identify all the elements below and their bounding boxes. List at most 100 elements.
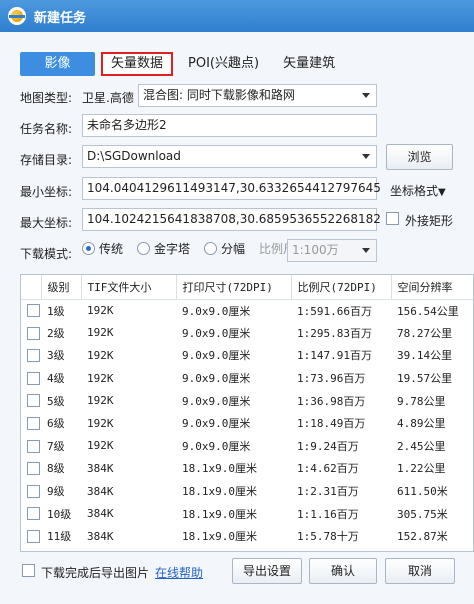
coord-format-label: 坐标格式 bbox=[390, 184, 439, 198]
max-coord-label: 最大坐标: bbox=[20, 216, 73, 230]
storage-path-select[interactable]: D:\SGDownload bbox=[82, 145, 377, 168]
table-row[interactable]: 4级 192K 9.0x9.0厘米 1:73.96百万 19.57公里 bbox=[21, 367, 473, 390]
radio-unselected-icon bbox=[137, 242, 151, 255]
table-row[interactable]: 7级 192K 9.0x9.0厘米 1:9.24百万 2.45公里 bbox=[21, 435, 473, 458]
row-checkbox-cell bbox=[21, 367, 41, 390]
cell-tif-size: 192K bbox=[87, 416, 114, 430]
cell-tif-size: 192K bbox=[87, 394, 114, 408]
app-globe-icon bbox=[8, 7, 26, 25]
cancel-button[interactable]: 取消 bbox=[385, 558, 455, 584]
export-settings-button[interactable]: 导出设置 bbox=[232, 558, 302, 584]
row-checkbox[interactable] bbox=[27, 304, 40, 318]
tab-poi[interactable]: POI(兴趣点) bbox=[179, 52, 268, 76]
table-row[interactable]: 3级 192K 9.0x9.0厘米 1:147.91百万 39.14公里 bbox=[21, 344, 473, 367]
radio-unselected-icon bbox=[204, 242, 218, 255]
cell-level: 4级 bbox=[47, 372, 65, 386]
row-checkbox[interactable] bbox=[27, 462, 40, 476]
row-checkbox[interactable] bbox=[27, 484, 40, 498]
row-checkbox[interactable] bbox=[27, 349, 40, 363]
cell-level: 6级 bbox=[47, 417, 65, 431]
browse-button[interactable]: 浏览 bbox=[386, 144, 453, 170]
cell-scale: 1:73.96百万 bbox=[297, 372, 366, 386]
export-image-label: 下载完成后导出图片 bbox=[41, 566, 150, 580]
cell-scale: 1:9.24百万 bbox=[297, 439, 359, 453]
table-row[interactable]: 2级 192K 9.0x9.0厘米 1:295.83百万 78.27公里 bbox=[21, 322, 473, 345]
row-checkbox[interactable] bbox=[27, 371, 40, 385]
tab-imagery[interactable]: 影像 bbox=[20, 52, 95, 76]
tab-vector-building[interactable]: 矢量建筑 bbox=[274, 52, 344, 76]
cell-scale: 1:2.31百万 bbox=[297, 485, 359, 499]
coord-format-dropdown[interactable]: 坐标格式▼ bbox=[390, 182, 446, 199]
cell-print-size: 18.1x9.0厘米 bbox=[182, 530, 257, 544]
row-checkbox[interactable] bbox=[27, 417, 40, 431]
radio-tiling-label: 分幅 bbox=[221, 242, 246, 256]
cell-level: 11级 bbox=[47, 530, 72, 544]
cell-print-size: 9.0x9.0厘米 bbox=[182, 394, 251, 408]
table-row[interactable]: 10级 384K 18.1x9.0厘米 1:1.16百万 305.75米 bbox=[21, 502, 473, 525]
cell-level: 9级 bbox=[47, 485, 65, 499]
cell-print-size: 18.1x9.0厘米 bbox=[182, 462, 257, 476]
cell-scale: 1:4.62百万 bbox=[297, 462, 359, 476]
cell-resolution: 611.50米 bbox=[397, 485, 448, 499]
max-coord-input[interactable]: 104.1024215641838708,30.6859536552268182 bbox=[82, 208, 381, 231]
radio-tiling[interactable]: 分幅 bbox=[204, 240, 245, 257]
table-row[interactable]: 5级 192K 9.0x9.0厘米 1:36.98百万 9.78公里 bbox=[21, 389, 473, 412]
storage-label: 存储目录: bbox=[20, 153, 73, 167]
map-provider: 卫星.高德 bbox=[82, 91, 134, 105]
cell-scale: 1:1.16百万 bbox=[297, 507, 359, 521]
cell-level: 5级 bbox=[47, 394, 65, 408]
cell-tif-size: 192K bbox=[87, 371, 114, 385]
map-mode-select[interactable]: 混合图: 同时下载影像和路网 bbox=[138, 84, 377, 107]
header-tif-size: TIF文件大小 bbox=[81, 275, 177, 300]
cell-resolution: 152.87米 bbox=[397, 530, 448, 544]
online-help-link[interactable]: 在线帮助 bbox=[155, 564, 203, 581]
outer-rect-checkbox[interactable] bbox=[386, 212, 399, 225]
table-header-row: 级别 TIF文件大小 打印尺寸(72DPI) 比例尺(72DPI) 空间分辨率 bbox=[21, 275, 473, 300]
cell-scale: 1:36.98百万 bbox=[297, 394, 366, 408]
cell-scale: 1:147.91百万 bbox=[297, 349, 372, 363]
row-checkbox[interactable] bbox=[27, 507, 40, 521]
cell-level: 2级 bbox=[47, 326, 65, 340]
cell-resolution: 39.14公里 bbox=[397, 349, 453, 363]
tab-vector-data[interactable]: 矢量数据 bbox=[101, 52, 174, 76]
cell-resolution: 1.22公里 bbox=[397, 462, 446, 476]
dropdown-arrow-icon: ▼ bbox=[438, 187, 446, 198]
row-checkbox-cell bbox=[21, 525, 41, 548]
ok-button[interactable]: 确认 bbox=[309, 558, 377, 584]
table-row[interactable]: 1级 192K 9.0x9.0厘米 1:591.66百万 156.54公里 bbox=[21, 299, 473, 322]
task-name-input[interactable]: 未命名多边形2 bbox=[82, 114, 377, 137]
row-checkbox-cell bbox=[21, 412, 41, 435]
download-mode-label: 下载模式: bbox=[20, 247, 73, 261]
row-checkbox[interactable] bbox=[27, 529, 40, 543]
cell-level: 8级 bbox=[47, 462, 65, 476]
table-row[interactable]: 6级 192K 9.0x9.0厘米 1:18.49百万 4.89公里 bbox=[21, 412, 473, 435]
cell-resolution: 156.54公里 bbox=[397, 304, 459, 318]
export-image-checkbox[interactable] bbox=[22, 564, 35, 577]
level-table[interactable]: 级别 TIF文件大小 打印尺寸(72DPI) 比例尺(72DPI) 空间分辨率 … bbox=[20, 274, 474, 552]
header-resolution: 空间分辨率 bbox=[391, 275, 473, 300]
header-level: 级别 bbox=[41, 275, 82, 300]
cell-scale: 1:18.49百万 bbox=[297, 417, 366, 431]
min-coord-label: 最小坐标: bbox=[20, 185, 73, 199]
cell-resolution: 19.57公里 bbox=[397, 372, 453, 386]
row-checkbox[interactable] bbox=[27, 326, 40, 340]
cell-scale: 1:591.66百万 bbox=[297, 304, 372, 318]
cell-tif-size: 192K bbox=[87, 326, 114, 340]
cell-tif-size: 192K bbox=[87, 304, 114, 318]
radio-traditional[interactable]: 传统 bbox=[82, 240, 123, 257]
cell-tif-size: 384K bbox=[87, 484, 114, 498]
min-coord-input[interactable]: 104.0404129611493147,30.6332654412797645 bbox=[82, 177, 381, 200]
radio-pyramid[interactable]: 金字塔 bbox=[137, 240, 190, 257]
cell-tif-size: 192K bbox=[87, 439, 114, 453]
row-checkbox[interactable] bbox=[27, 439, 40, 453]
radio-traditional-label: 传统 bbox=[99, 242, 124, 256]
header-print-size: 打印尺寸(72DPI) bbox=[176, 275, 292, 300]
row-checkbox-cell bbox=[21, 457, 41, 480]
row-checkbox-cell bbox=[21, 480, 41, 503]
row-checkbox[interactable] bbox=[27, 394, 40, 408]
table-row[interactable]: 9级 384K 18.1x9.0厘米 1:2.31百万 611.50米 bbox=[21, 480, 473, 503]
table-row[interactable]: 11级 384K 18.1x9.0厘米 1:5.78十万 152.87米 bbox=[21, 525, 473, 548]
table-row[interactable]: 8级 384K 18.1x9.0厘米 1:4.62百万 1.22公里 bbox=[21, 457, 473, 480]
header-check bbox=[21, 275, 42, 300]
scale-select[interactable]: 1:100万 bbox=[287, 239, 377, 262]
